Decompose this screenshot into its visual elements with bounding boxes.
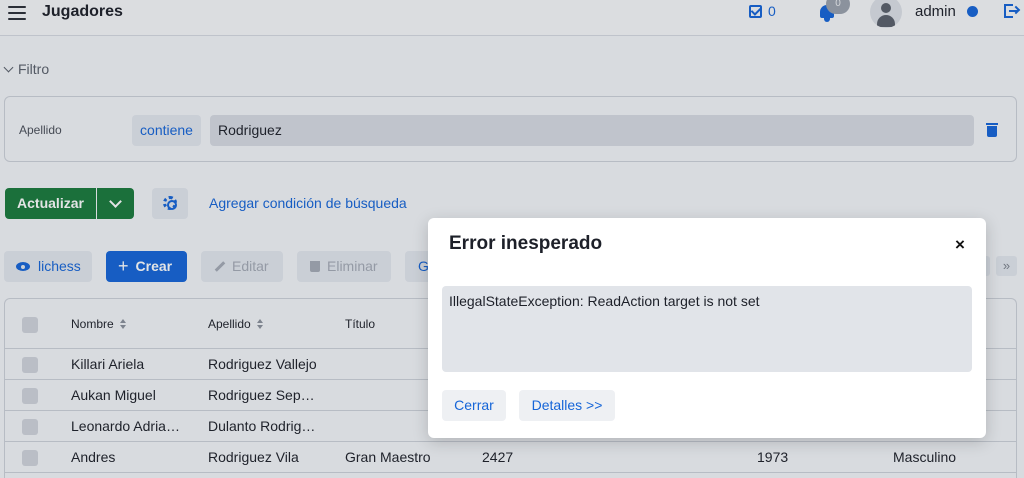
close-icon[interactable]: × bbox=[955, 235, 965, 255]
error-message: IllegalStateException: ReadAction target… bbox=[449, 293, 760, 309]
dialog-title: Error inesperado bbox=[449, 233, 603, 254]
app-window: Jugadores 0 0 admin Filtro Apellido cont… bbox=[0, 0, 1024, 478]
error-dialog: Error inesperado × IllegalStateException… bbox=[428, 218, 986, 438]
close-button[interactable]: Cerrar bbox=[442, 390, 506, 421]
details-button[interactable]: Detalles >> bbox=[519, 390, 615, 421]
error-message-box: IllegalStateException: ReadAction target… bbox=[442, 286, 972, 372]
